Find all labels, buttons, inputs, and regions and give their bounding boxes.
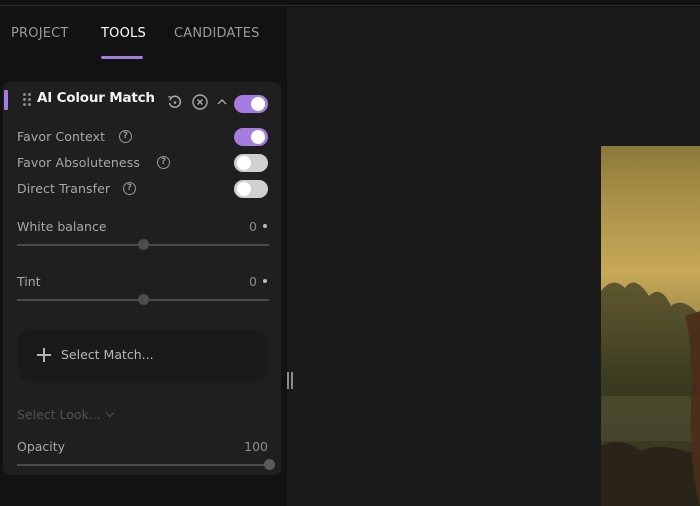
option-label: Direct Transfer — [17, 181, 111, 196]
white-balance-thumb[interactable] — [138, 239, 149, 250]
option-label: Favor Absoluteness — [17, 155, 140, 170]
panel-enable-toggle[interactable] — [234, 95, 268, 113]
drag-handle-icon[interactable] — [23, 93, 32, 106]
reset-icon[interactable] — [166, 94, 182, 110]
white-balance-slider[interactable] — [17, 239, 269, 250]
white-balance-reset-dot[interactable] — [263, 224, 267, 228]
opacity-label: Opacity — [17, 439, 66, 454]
tint-reset-dot[interactable] — [263, 279, 267, 283]
tab-tools[interactable]: TOOLS — [101, 26, 146, 41]
toggle-knob — [251, 97, 265, 111]
tint-label: Tint — [17, 274, 41, 289]
white-balance-label: White balance — [17, 219, 107, 234]
canvas-area — [287, 7, 700, 506]
collapse-chevron-up-icon[interactable] — [214, 94, 230, 110]
remove-icon[interactable] — [192, 94, 208, 110]
help-icon[interactable]: ? — [157, 156, 170, 169]
panel-accent-bar — [4, 90, 8, 110]
tint-slider[interactable] — [17, 294, 269, 305]
top-bar — [0, 0, 700, 6]
tint-thumb[interactable] — [138, 294, 149, 305]
option-favor-absoluteness: Favor Absoluteness ? — [17, 154, 272, 172]
opacity-thumb[interactable] — [264, 459, 275, 470]
favor-context-toggle[interactable] — [234, 128, 268, 146]
favor-absoluteness-toggle[interactable] — [234, 154, 268, 172]
option-label: Favor Context — [17, 129, 106, 144]
opacity-slider[interactable] — [17, 459, 275, 470]
plus-icon — [37, 348, 51, 362]
toggle-knob — [237, 182, 251, 196]
tint-value: 0 — [249, 274, 257, 289]
ai-colour-match-panel: AI Colour Match Favor Context ? Favor Ab… — [3, 82, 281, 475]
chevron-down-icon — [105, 408, 114, 418]
toggle-knob — [237, 156, 251, 170]
option-direct-transfer: Direct Transfer ? — [17, 180, 272, 198]
select-look-dropdown[interactable]: Select Look... — [17, 407, 114, 422]
direct-transfer-toggle[interactable] — [234, 180, 268, 198]
active-tab-indicator — [101, 56, 143, 59]
option-favor-context: Favor Context ? — [17, 128, 272, 146]
panel-resize-handle[interactable] — [287, 372, 293, 389]
white-balance-value: 0 — [249, 219, 257, 234]
sidebar: PROJECT TOOLS CANDIDATES AI Colour Match… — [0, 7, 286, 506]
tab-bar: PROJECT TOOLS CANDIDATES — [0, 7, 286, 62]
select-match-label: Select Match... — [61, 347, 154, 362]
help-icon[interactable]: ? — [123, 182, 136, 195]
select-look-label: Select Look... — [17, 407, 101, 422]
preview-image[interactable] — [601, 146, 700, 506]
select-match-button[interactable]: Select Match... — [17, 329, 268, 382]
toggle-knob — [251, 130, 265, 144]
panel-title: AI Colour Match — [37, 90, 155, 106]
opacity-value: 100 — [244, 439, 268, 454]
help-icon[interactable]: ? — [119, 130, 132, 143]
tab-project[interactable]: PROJECT — [11, 26, 69, 41]
tab-candidates[interactable]: CANDIDATES — [174, 26, 260, 41]
